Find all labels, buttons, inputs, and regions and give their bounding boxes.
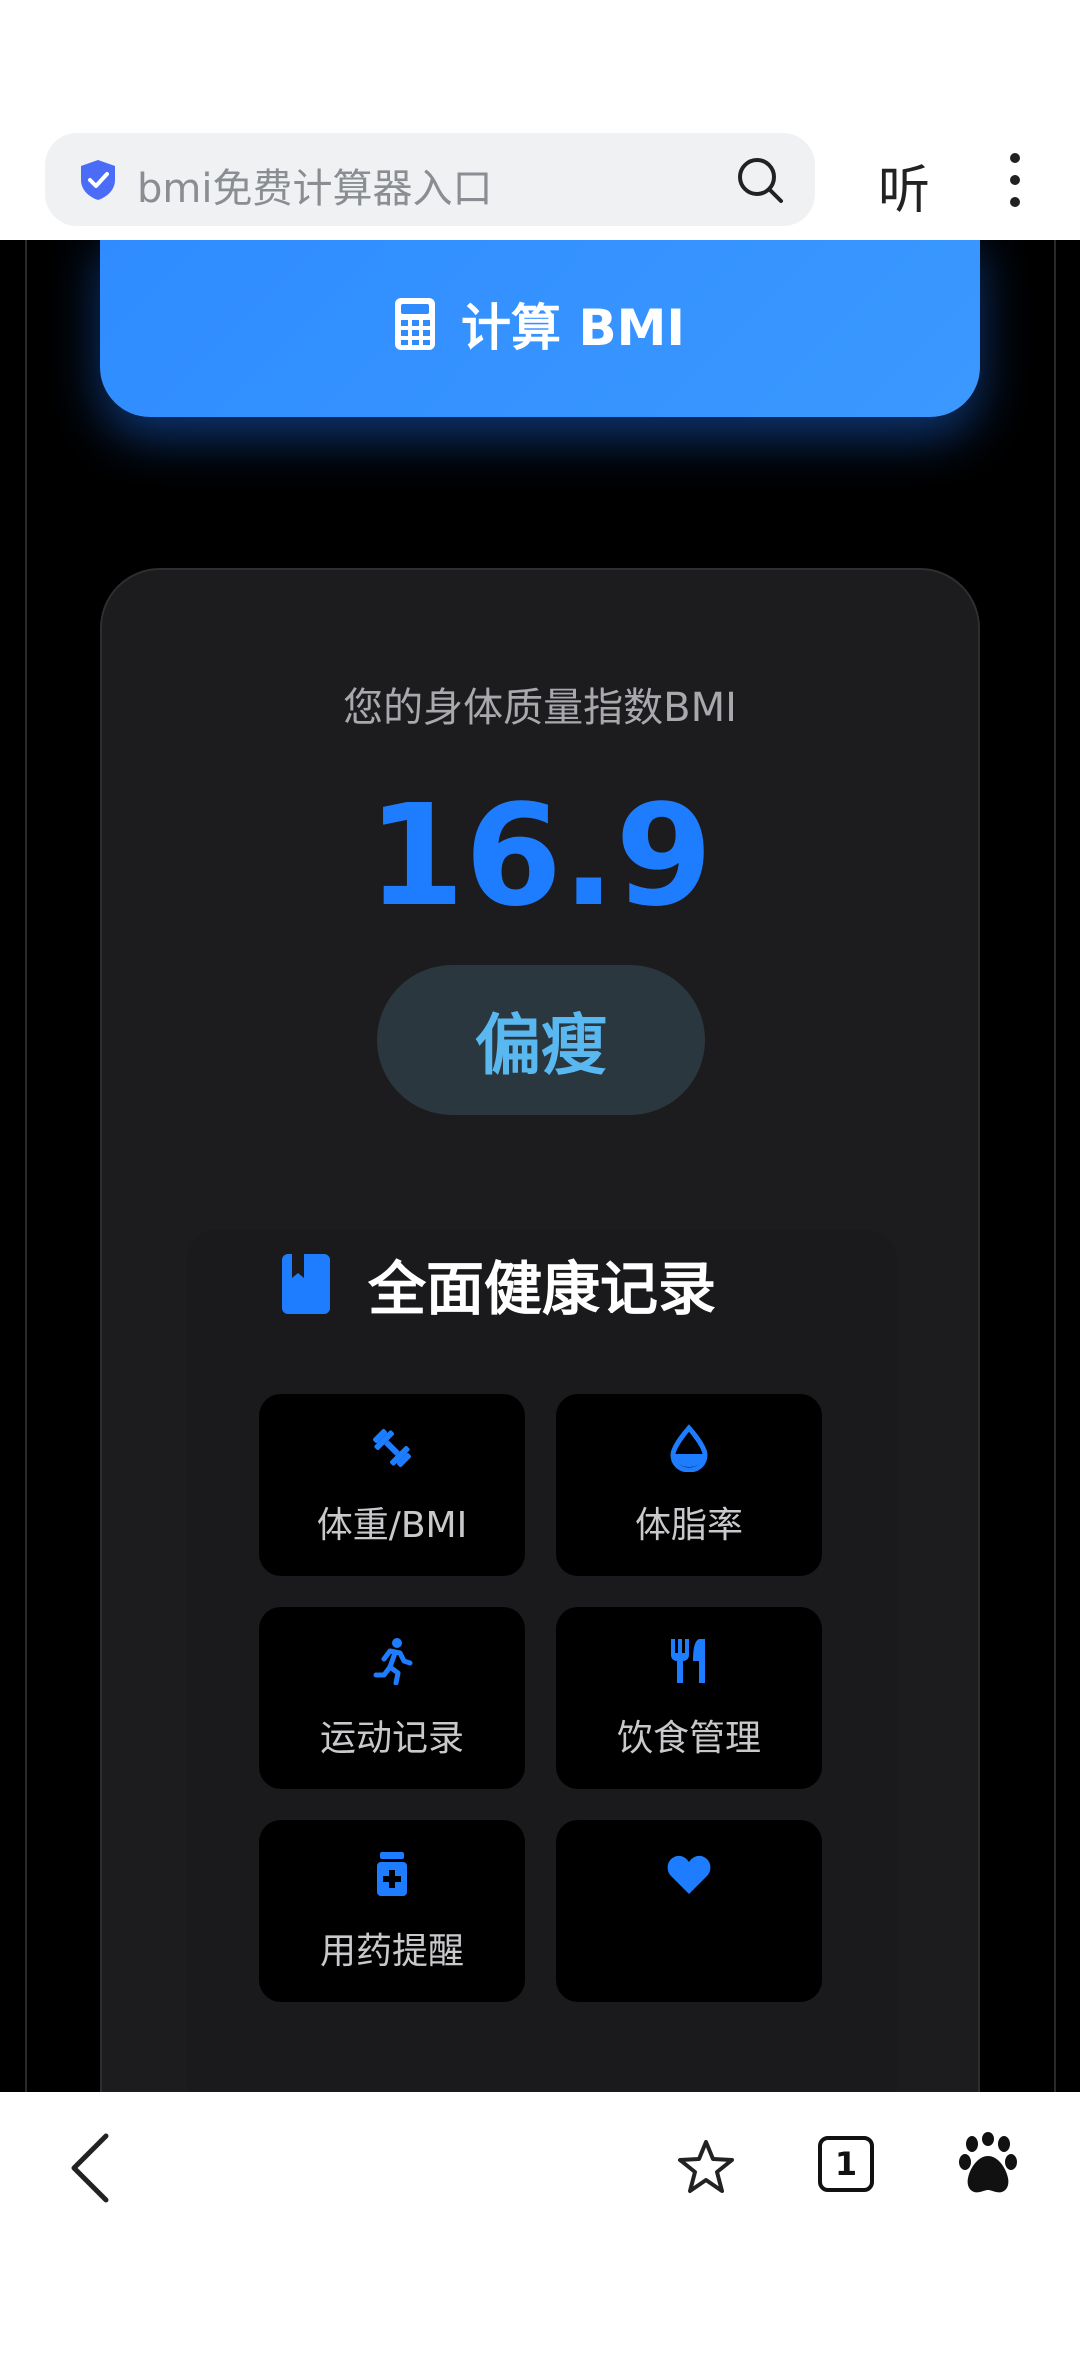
tab-count: 1 bbox=[834, 2145, 858, 2183]
address-search-box[interactable]: bmi免费计算器入口 bbox=[45, 133, 815, 226]
drop-icon bbox=[670, 1424, 708, 1472]
page-content: 计算 BMI 您的身体质量指数BMI 16.9 偏瘦 全面健康记录 体重/BMI… bbox=[0, 240, 1080, 2092]
tile-body-fat[interactable]: 体脂率 bbox=[556, 1394, 822, 1576]
tile-medication[interactable]: 用药提醒 bbox=[259, 1820, 525, 2002]
health-records-panel: 全面健康记录 体重/BMI 体脂率 运动记录 饮食管理 用药提醒 bbox=[187, 1230, 897, 2092]
listen-button[interactable]: 听 bbox=[878, 148, 930, 223]
heart-icon bbox=[667, 1855, 711, 1894]
tile-label: 用药提醒 bbox=[319, 1931, 464, 1972]
baidu-paw-icon[interactable] bbox=[958, 2132, 1018, 2196]
frame-border-left bbox=[25, 240, 27, 2092]
calculator-icon bbox=[395, 297, 436, 350]
tile-heart[interactable] bbox=[556, 1820, 822, 2002]
search-icon[interactable] bbox=[735, 155, 785, 205]
tile-label: 运动记录 bbox=[319, 1718, 464, 1759]
bmi-value: 16.9 bbox=[367, 775, 713, 938]
shield-icon bbox=[81, 160, 115, 200]
calculate-button-label: 计算 BMI bbox=[461, 298, 685, 357]
frame-border-right bbox=[1054, 240, 1056, 2092]
tile-weight-bmi[interactable]: 体重/BMI bbox=[259, 1394, 525, 1576]
running-icon bbox=[373, 1638, 413, 1685]
tile-label: 饮食管理 bbox=[616, 1718, 761, 1759]
status-bar-area bbox=[0, 0, 1080, 130]
bmi-status-label: 偏瘦 bbox=[475, 1007, 607, 1084]
utensils-icon bbox=[671, 1639, 705, 1683]
tile-label: 体重/BMI bbox=[316, 1505, 468, 1546]
more-menu-icon[interactable] bbox=[1000, 150, 1030, 210]
browser-top-bar: bmi免费计算器入口 听 bbox=[0, 130, 1080, 240]
bmi-status-badge: 偏瘦 bbox=[377, 965, 705, 1115]
tile-diet[interactable]: 饮食管理 bbox=[556, 1607, 822, 1789]
bookmark-star-icon[interactable] bbox=[676, 2138, 736, 2198]
tile-exercise[interactable]: 运动记录 bbox=[259, 1607, 525, 1789]
result-title: 您的身体质量指数BMI bbox=[343, 685, 737, 731]
health-records-header: 全面健康记录 bbox=[282, 1242, 716, 1326]
bmi-result-card: 您的身体质量指数BMI 16.9 偏瘦 全面健康记录 体重/BMI 体脂率 运动… bbox=[100, 568, 980, 2092]
medicine-icon bbox=[377, 1852, 407, 1896]
calculate-bmi-button[interactable]: 计算 BMI bbox=[100, 240, 980, 417]
browser-bottom-bar: 1 bbox=[0, 2092, 1080, 2354]
tile-label: 体脂率 bbox=[634, 1505, 743, 1546]
dumbbell-icon bbox=[373, 1429, 411, 1467]
health-records-title: 全面健康记录 bbox=[368, 1255, 717, 1323]
book-icon bbox=[282, 1254, 330, 1314]
tabs-count-icon[interactable]: 1 bbox=[818, 2136, 874, 2192]
search-query-text[interactable]: bmi免费计算器入口 bbox=[137, 156, 492, 214]
back-icon[interactable] bbox=[68, 2132, 112, 2204]
